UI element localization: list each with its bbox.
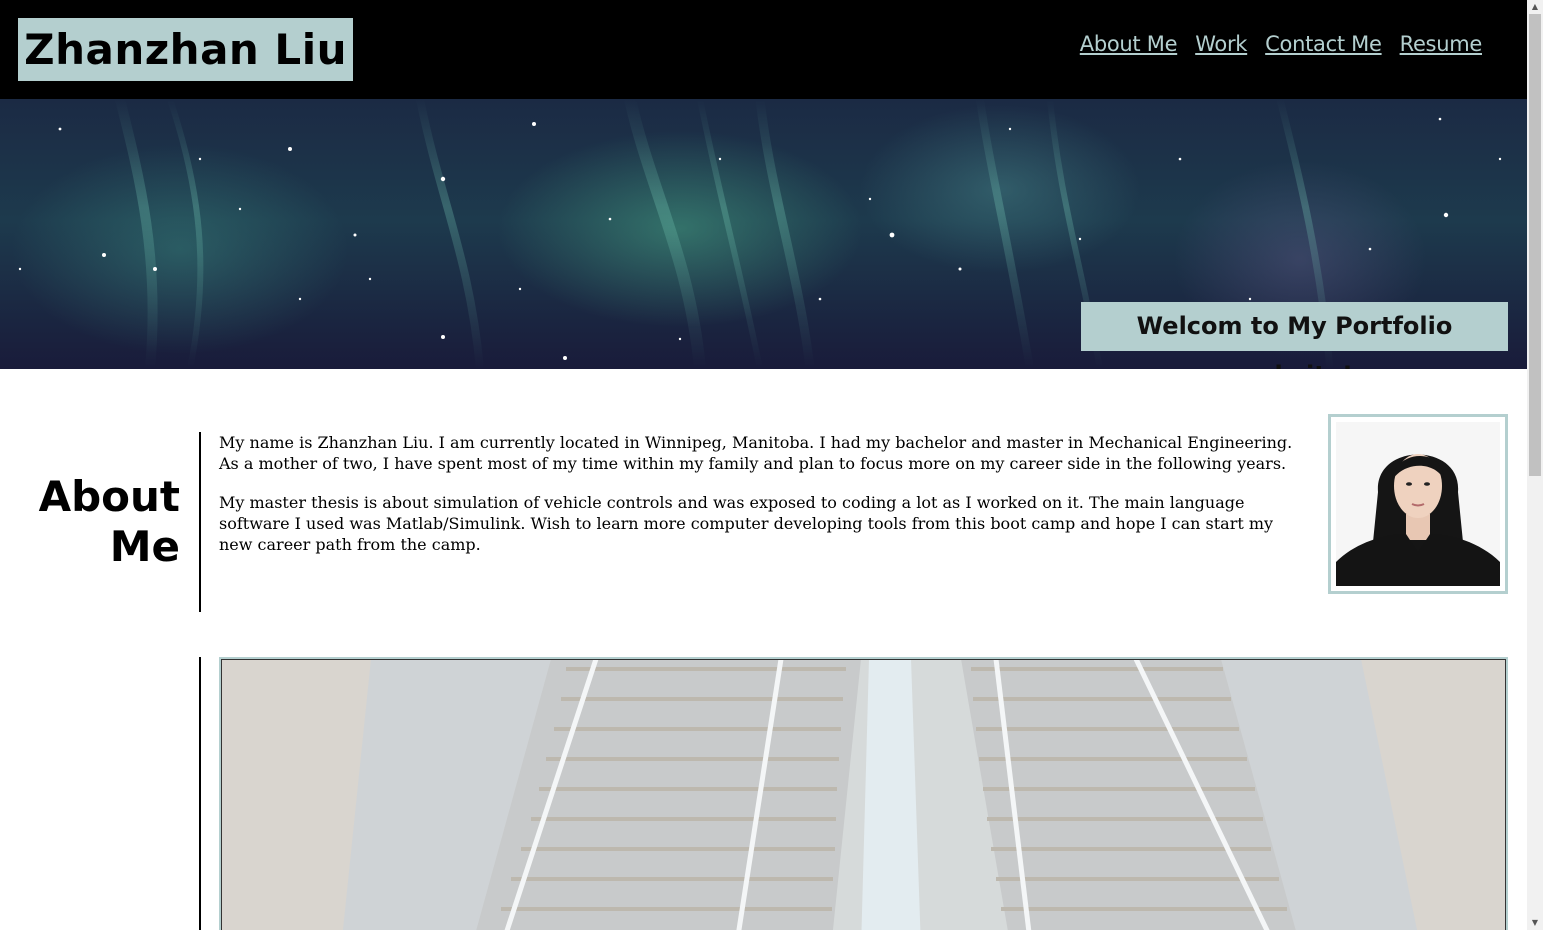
section-divider — [199, 432, 201, 612]
about-paragraph-2: My master thesis is about simulation of … — [219, 493, 1274, 554]
profile-photo-image — [1336, 422, 1500, 586]
section-divider — [199, 657, 201, 930]
hero-banner: Welcom to My Portfolio website! — [0, 99, 1527, 369]
nav-link-resume[interactable]: Resume — [1400, 32, 1483, 56]
profile-photo — [1336, 422, 1500, 586]
about-paragraph-1: My name is Zhanzhan Liu. I am currently … — [219, 433, 1293, 473]
site-title: Zhanzhan Liu — [18, 18, 353, 81]
about-heading: About Me — [20, 472, 180, 572]
railway-tracks-image — [221, 659, 1506, 930]
nav-link-work[interactable]: Work — [1195, 32, 1247, 56]
scroll-up-arrow-icon[interactable]: ▲ — [1527, 0, 1543, 14]
nav-link-about-me[interactable]: About Me — [1080, 32, 1178, 56]
about-heading-line1: About — [38, 472, 180, 521]
main-nav: About Me Work Contact Me Resume — [1080, 32, 1483, 56]
about-text: My name is Zhanzhan Liu. I am currently … — [219, 432, 1294, 573]
nav-link-contact-me[interactable]: Contact Me — [1265, 32, 1382, 56]
profile-photo-frame — [1328, 414, 1508, 594]
welcome-banner: Welcom to My Portfolio website! — [1081, 302, 1508, 369]
about-heading-line2: Me — [109, 522, 180, 571]
vertical-scrollbar[interactable]: ▲ ▼ — [1527, 0, 1543, 930]
work-featured-image[interactable] — [219, 657, 1508, 930]
scrollbar-thumb[interactable] — [1529, 14, 1541, 476]
page: Zhanzhan Liu About Me Work Contact Me Re… — [0, 0, 1527, 930]
scroll-down-arrow-icon[interactable]: ▼ — [1527, 916, 1543, 930]
site-header: Zhanzhan Liu About Me Work Contact Me Re… — [0, 0, 1527, 99]
